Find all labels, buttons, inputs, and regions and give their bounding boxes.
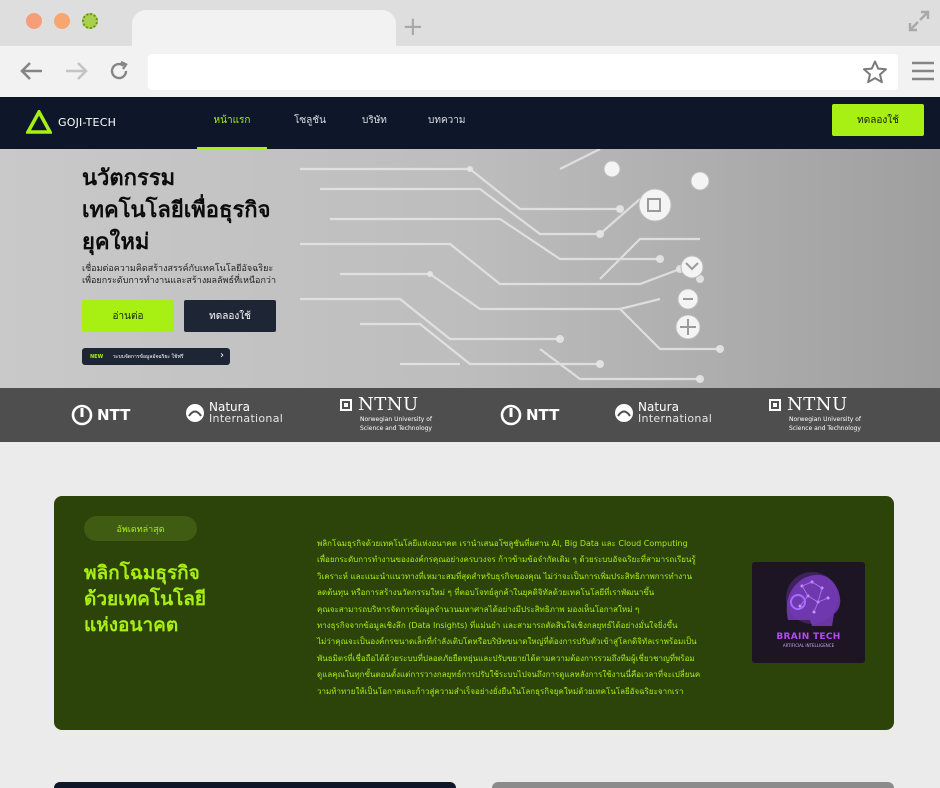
window-close-button[interactable] (26, 13, 42, 29)
feature-body: พลิกโฉมธุรกิจด้วยเทคโนโลยีแห่งอนาคต เราน… (317, 536, 729, 700)
nav-link-home[interactable]: หน้าแรก (197, 97, 267, 149)
reload-icon[interactable] (104, 56, 134, 86)
address-bar[interactable] (148, 54, 898, 90)
window-maximize-button[interactable] (82, 13, 98, 29)
natura-leaf-icon (186, 404, 204, 422)
partner-logo-ntt: NTT (500, 404, 559, 426)
chevron-right-icon: › (220, 350, 224, 361)
new-badge: NEW (90, 353, 104, 360)
hero-title-line: เทคโนโลยีเพื่อธุรกิจ (82, 198, 271, 223)
hero-subtitle-line: เชื่อมต่อความคิดสร้างสรรค์กับเทคโนโลยีอั… (82, 264, 274, 274)
feature-body-line: พันธมิตรที่เชื่อถือได้ด้วยระบบที่ปลอดภัย… (317, 653, 695, 663)
ntt-power-icon (71, 404, 93, 426)
partner-logo-strip: NTT Natura International NTNU Norwegian … (0, 388, 940, 442)
ntt-power-icon (500, 404, 522, 426)
brand-name: GOJI-TECH (58, 115, 117, 129)
hero-title-line: ยุคใหม่ (82, 230, 150, 255)
partner-logo-ntnu: NTNU Norwegian University of Science and… (769, 395, 861, 433)
partner-subname: Science and Technology (789, 425, 861, 432)
feature-title: พลิกโฉมธุรกิจ ด้วยเทคโนโลยี แห่งอนาคต (84, 560, 274, 638)
nav-link-company[interactable]: บริษัท (362, 97, 387, 149)
partner-logo-natura: Natura International (614, 401, 713, 425)
latest-update-badge: อัพเดทล่าสุด (84, 516, 197, 541)
forward-arrow-icon[interactable] (62, 56, 92, 86)
brain-tech-subtitle: ARTIFICIAL INTELLIGENCE (782, 643, 835, 648)
browser-tab[interactable] (132, 10, 396, 46)
try-now-button[interactable]: ทดลองใช้ (184, 300, 276, 332)
hero-title-line: นวัตกรรม (82, 166, 176, 191)
partner-logo-ntnu: NTNU Norwegian University of Science and… (340, 395, 432, 433)
back-arrow-icon[interactable] (16, 56, 46, 86)
brain-tech-title: BRAIN TECH (776, 632, 841, 642)
partner-logo-natura: Natura International (185, 401, 284, 425)
partner-name: NTT (526, 406, 560, 424)
hamburger-menu-icon[interactable] (910, 58, 936, 84)
feature-title-line: พลิกโฉมธุรกิจ (84, 562, 200, 584)
nav-link-articles[interactable]: บทความ (428, 97, 465, 149)
announcement-text: ระบบจัดการข้อมูลอัจฉริยะ ใช้ฟรี (113, 353, 184, 360)
feature-title-line: ด้วยเทคโนโลยี (84, 588, 207, 610)
hero-subtitle: เชื่อมต่อความคิดสร้างสรรค์กับเทคโนโลยีอั… (82, 263, 322, 287)
browser-toolbar (0, 46, 940, 98)
announcement-pill[interactable]: NEW ระบบจัดการข้อมูลอัจฉริยะ ใช้ฟรี › (82, 348, 230, 365)
partner-logo-ntt: NTT (71, 404, 130, 426)
next-card-left (54, 782, 456, 788)
feature-body-line: คุณจะสามารถบริหารจัดการข้อมูลจำนวนมหาศาล… (317, 604, 640, 614)
partner-name: NTT (97, 406, 131, 424)
partner-subname: Norwegian University of (789, 416, 862, 423)
brain-tech-image: BRAIN TECH ARTIFICIAL INTELLIGENCE (752, 562, 865, 663)
read-more-button[interactable]: อ่านต่อ (82, 300, 174, 332)
nav-link-solutions[interactable]: โซลูชัน (294, 97, 326, 149)
try-now-nav-button[interactable]: ทดลองใช้ (832, 104, 924, 136)
partner-subname: Science and Technology (360, 425, 432, 432)
new-tab-icon[interactable]: + (402, 12, 424, 42)
partner-subname: International (638, 412, 713, 425)
site-header: GOJI-TECH หน้าแรก โซลูชัน บริษัท บทความ … (0, 97, 940, 149)
triangle-logo-icon (26, 110, 52, 134)
next-card-right (492, 782, 894, 788)
natura-leaf-icon (615, 404, 633, 422)
partner-name: NTNU (787, 394, 848, 415)
partner-name: NTNU (358, 394, 419, 415)
feature-body-line: ไม่ว่าคุณจะเป็นองค์กรขนาดเล็กที่กำลังเติ… (317, 637, 697, 647)
feature-body-line: วิเคราะห์ และแนะนำแนวทางที่เหมาะสมที่สุด… (317, 571, 693, 581)
brand-logo[interactable]: GOJI-TECH (26, 107, 116, 137)
hero-subtitle-line: เพื่อยกระดับการทำงานและสร้างผลลัพธ์ที่เห… (82, 276, 276, 286)
feature-body-line: ลดต้นทุน หรือการสร้างนวัตกรรมใหม่ ๆ ที่ต… (317, 588, 655, 598)
feature-card: อัพเดทล่าสุด พลิกโฉมธุรกิจ ด้วยเทคโนโลยี… (54, 496, 894, 730)
partner-subname: Norwegian University of (360, 416, 433, 423)
window-minimize-button[interactable] (54, 13, 70, 29)
hero-title: นวัตกรรม เทคโนโลยีเพื่อธุรกิจ ยุคใหม่ (82, 163, 342, 259)
feature-body-line: เพื่อยกระดับการทำงานขององค์กรคุณอย่างครบ… (317, 555, 696, 565)
ntnu-square-icon (769, 399, 781, 411)
bookmark-star-icon[interactable] (862, 60, 888, 84)
hero-section: นวัตกรรม เทคโนโลยีเพื่อธุรกิจ ยุคใหม่ เช… (0, 149, 940, 388)
feature-title-line: แห่งอนาคต (84, 614, 179, 636)
ntnu-square-icon (340, 399, 352, 411)
fullscreen-icon[interactable] (906, 8, 932, 34)
feature-body-line: ดูแลคุณในทุกขั้นตอนตั้งแต่การวางกลยุทธ์ก… (317, 670, 701, 680)
feature-body-line: พลิกโฉมธุรกิจด้วยเทคโนโลยีแห่งอนาคต เราน… (317, 539, 688, 548)
browser-tab-bar: + (0, 0, 940, 46)
feature-body-line: วามท้าทายให้เป็นโอกาสและก้าวสู่ความสำเร็… (317, 686, 684, 696)
feature-body-line: ทางธุรกิจจากข้อมูลเชิงลึก (Data Insights… (317, 621, 678, 631)
partner-subname: International (209, 412, 284, 425)
